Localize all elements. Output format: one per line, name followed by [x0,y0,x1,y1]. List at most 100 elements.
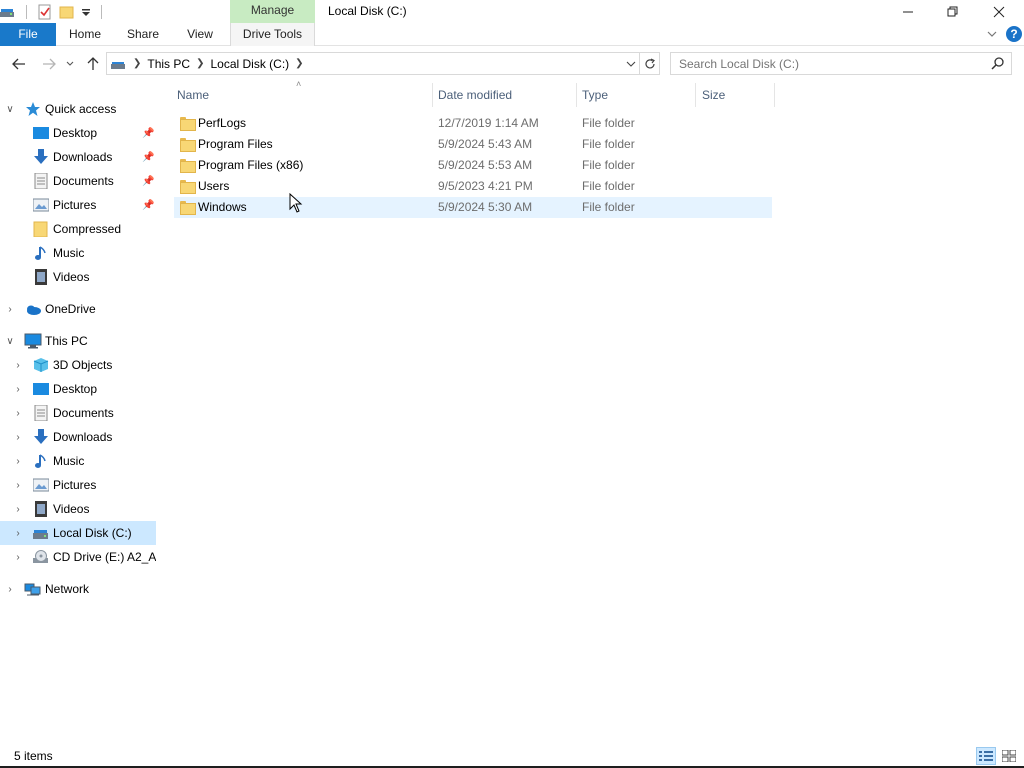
file-row[interactable]: Windows 5/9/2024 5:30 AM File folder [174,197,772,218]
column-divider[interactable] [432,83,433,107]
expand-icon[interactable]: › [13,480,23,491]
nav-pc-music[interactable]: › Music [0,449,156,473]
column-header-name[interactable]: Name [177,83,431,107]
nav-pc-downloads[interactable]: › Downloads [0,425,156,449]
close-icon [993,6,1005,17]
folder-icon [180,116,196,131]
address-bar[interactable]: ❯ This PC ❯ Local Disk (C:) ❯ [106,52,640,75]
chevron-right-icon[interactable]: ❯ [133,58,141,69]
tab-share[interactable]: Share [114,23,172,46]
nav-quick-documents[interactable]: Documents 📌 [0,169,156,193]
tab-file[interactable]: File [0,23,56,46]
star-icon [25,101,41,117]
close-button[interactable] [976,0,1022,23]
help-button[interactable]: ? [1006,26,1022,42]
up-button[interactable] [84,55,102,73]
breadcrumb-local-disk[interactable]: Local Disk (C:) [210,57,289,71]
collapse-icon[interactable]: ∨ [5,336,15,347]
nav-this-pc[interactable]: ∨ This PC [0,329,156,353]
tab-home[interactable]: Home [56,23,114,46]
expand-icon[interactable]: › [13,504,23,515]
details-view-button[interactable] [976,747,996,765]
properties-icon[interactable] [37,4,53,20]
nav-label: This PC [45,334,88,348]
collapse-icon[interactable]: ∨ [5,104,15,115]
expand-icon[interactable]: › [13,408,23,419]
nav-quick-compressed[interactable]: Compressed [0,217,156,241]
nav-quick-access[interactable]: ∨ Quick access [0,97,156,121]
nav-label: Compressed [53,222,122,236]
breadcrumb-this-pc[interactable]: This PC [147,57,190,71]
nav-quick-pictures[interactable]: Pictures 📌 [0,193,156,217]
nav-pc-desktop[interactable]: › Desktop [0,377,156,401]
chevron-right-icon[interactable]: ❯ [295,58,303,69]
nav-label: Videos [53,270,90,284]
drive-app-icon[interactable] [0,4,16,20]
file-name: Windows [198,200,247,214]
tab-view[interactable]: View [172,23,228,46]
large-icons-view-button[interactable] [999,747,1019,765]
chevron-right-icon[interactable]: ❯ [196,58,204,69]
search-icon[interactable] [991,56,1005,70]
forward-arrow-icon [43,58,56,70]
back-arrow-icon [12,58,25,70]
nav-pc-videos[interactable]: › Videos [0,497,156,521]
nav-network[interactable]: › Network [0,577,156,601]
file-date: 5/9/2024 5:53 AM [438,158,533,172]
customize-toolbar-icon[interactable] [81,4,91,20]
refresh-button[interactable] [640,52,660,75]
quick-access-toolbar [0,3,102,21]
column-header-size[interactable]: Size [702,83,772,107]
file-row[interactable]: Program Files (x86) 5/9/2024 5:53 AM Fil… [174,155,772,176]
3d-objects-icon [33,357,49,373]
expand-icon[interactable]: › [13,384,23,395]
recent-locations-button[interactable] [63,55,77,73]
nav-pc-pictures[interactable]: › Pictures [0,473,156,497]
nav-quick-videos[interactable]: Videos [0,265,156,289]
column-header-date[interactable]: Date modified [438,83,574,107]
forward-button[interactable] [40,55,58,73]
minimize-button[interactable] [885,0,931,23]
nav-label: Network [45,582,90,596]
column-divider[interactable] [774,83,775,107]
new-folder-icon[interactable] [59,4,75,20]
nav-label: Downloads [53,150,113,164]
column-header-type[interactable]: Type [582,83,692,107]
file-row[interactable]: Program Files 5/9/2024 5:43 AM File fold… [174,134,772,155]
nav-pc-documents[interactable]: › Documents [0,401,156,425]
pin-icon[interactable]: 📌 [142,128,154,139]
expand-icon[interactable]: › [13,432,23,443]
tab-drive-tools[interactable]: Drive Tools [230,23,315,46]
nav-quick-music[interactable]: Music [0,241,156,265]
expand-icon[interactable]: › [5,304,15,315]
expand-icon[interactable]: › [5,584,15,595]
nav-pc-3d-objects[interactable]: › 3D Objects [0,353,156,377]
maximize-button[interactable] [930,0,976,23]
file-row[interactable]: Users 9/5/2023 4:21 PM File folder [174,176,772,197]
pin-icon[interactable]: 📌 [142,152,154,163]
expand-icon[interactable]: › [13,456,23,467]
pin-icon[interactable]: 📌 [142,200,154,211]
file-type: File folder [582,137,635,151]
column-divider[interactable] [576,83,577,107]
nav-onedrive[interactable]: › OneDrive [0,297,156,321]
back-button[interactable] [10,55,28,73]
column-divider[interactable] [695,83,696,107]
nav-label: Desktop [53,382,98,396]
expand-icon[interactable]: › [13,552,23,563]
nav-pc-cd-drive[interactable]: › CD Drive (E:) A2_AN [0,545,156,569]
nav-pc-local-disk[interactable]: › Local Disk (C:) [0,521,156,545]
nav-quick-desktop[interactable]: Desktop 📌 [0,121,156,145]
pin-icon[interactable]: 📌 [142,176,154,187]
file-row[interactable]: PerfLogs 12/7/2019 1:14 AM File folder [174,113,772,134]
nav-quick-downloads[interactable]: Downloads 📌 [0,145,156,169]
search-input[interactable] [679,56,979,71]
expand-icon[interactable]: › [13,360,23,371]
search-box[interactable] [670,52,1012,75]
network-icon [24,581,41,597]
address-dropdown-button[interactable] [623,53,639,74]
minimize-icon [903,11,913,12]
computer-icon [24,333,42,349]
expand-icon[interactable]: › [13,528,23,539]
expand-ribbon-button[interactable] [982,25,1002,43]
